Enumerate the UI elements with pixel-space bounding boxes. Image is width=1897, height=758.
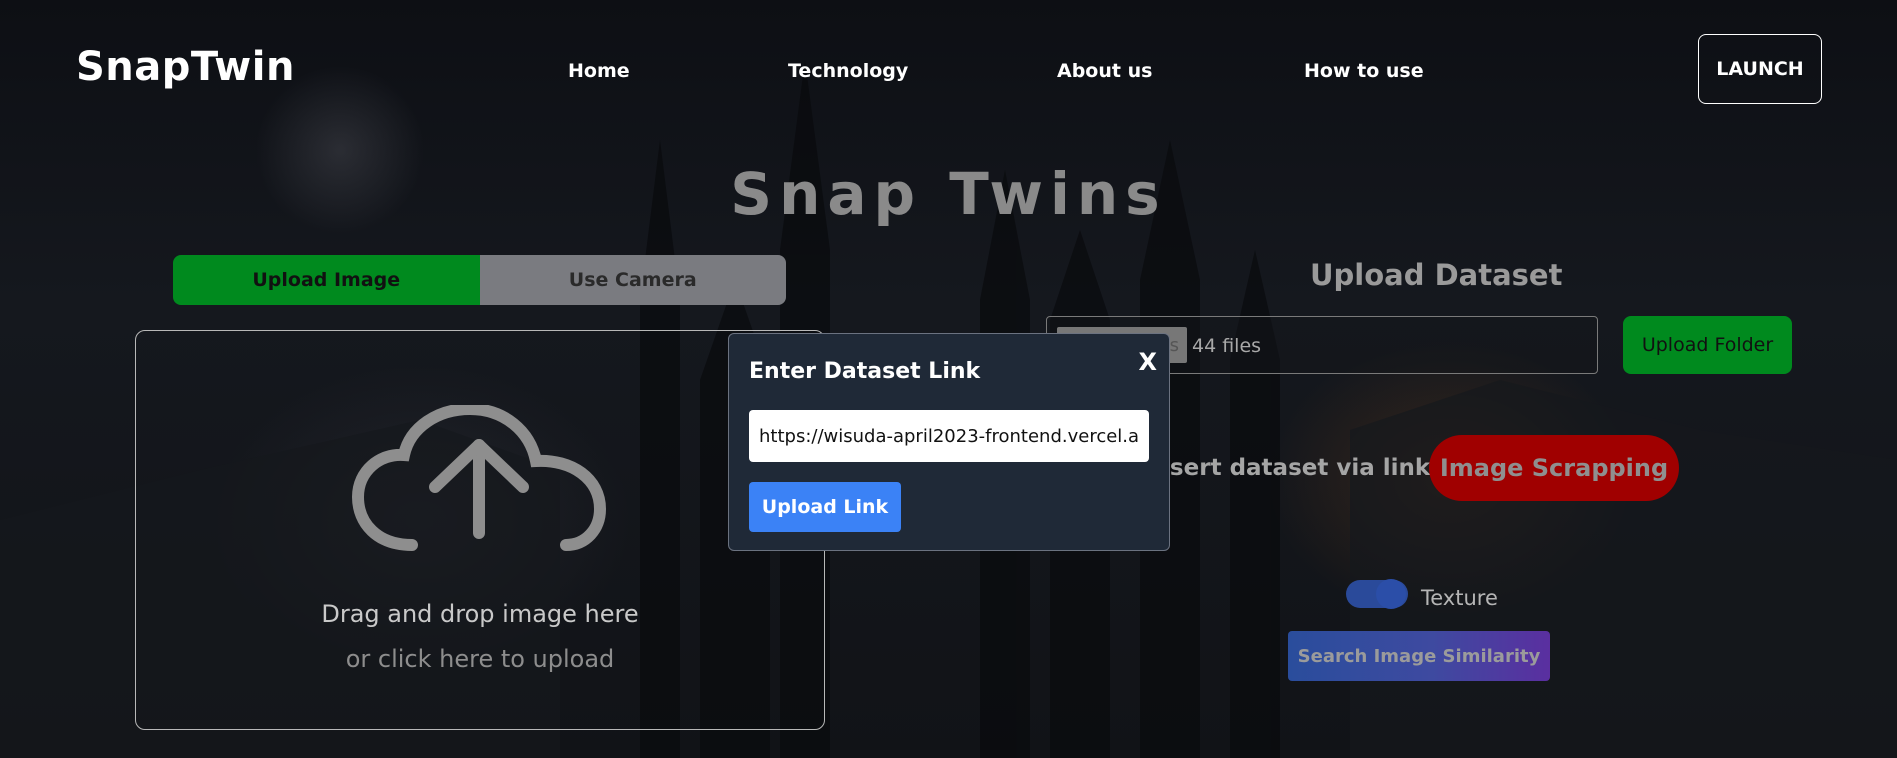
dataset-link-input[interactable] [749, 410, 1149, 462]
tab-use-camera[interactable]: Use Camera [479, 255, 786, 305]
image-scrapping-button[interactable]: Image Scrapping [1429, 435, 1679, 501]
tab-upload-image[interactable]: Upload Image [173, 255, 480, 305]
texture-toggle[interactable] [1346, 579, 1408, 609]
upload-folder-button[interactable]: Upload Folder [1623, 316, 1792, 374]
page-title: Snap Twins [730, 160, 1167, 228]
cloud-upload-icon [352, 405, 606, 551]
close-icon[interactable]: X [1138, 348, 1157, 376]
nav-home-link[interactable]: Home [568, 60, 630, 82]
texture-toggle-label: Texture [1421, 586, 1498, 610]
site-logo[interactable]: SnapTwin [76, 44, 295, 90]
nav-how-to-use-link[interactable]: How to use [1304, 60, 1424, 82]
dropzone-main-text: Drag and drop image here [321, 600, 639, 628]
dataset-link-modal: Enter Dataset Link X Upload Link [728, 333, 1170, 551]
toggle-knob [1376, 579, 1406, 609]
launch-button[interactable]: LAUNCH [1698, 34, 1822, 104]
upload-link-button[interactable]: Upload Link [749, 482, 901, 532]
upload-dataset-title: Upload Dataset [1310, 258, 1563, 292]
file-count: 44 files [1192, 335, 1262, 357]
insert-dataset-label: Insert dataset via link: [1145, 455, 1440, 481]
search-image-similarity-button[interactable]: Search Image Similarity [1288, 631, 1550, 681]
dropzone-sub-text: or click here to upload [345, 645, 615, 673]
nav-about-link[interactable]: About us [1057, 60, 1152, 82]
nav-technology-link[interactable]: Technology [788, 60, 908, 82]
input-mode-tabs: Upload Image Use Camera [173, 255, 786, 305]
modal-title: Enter Dataset Link [749, 359, 981, 384]
